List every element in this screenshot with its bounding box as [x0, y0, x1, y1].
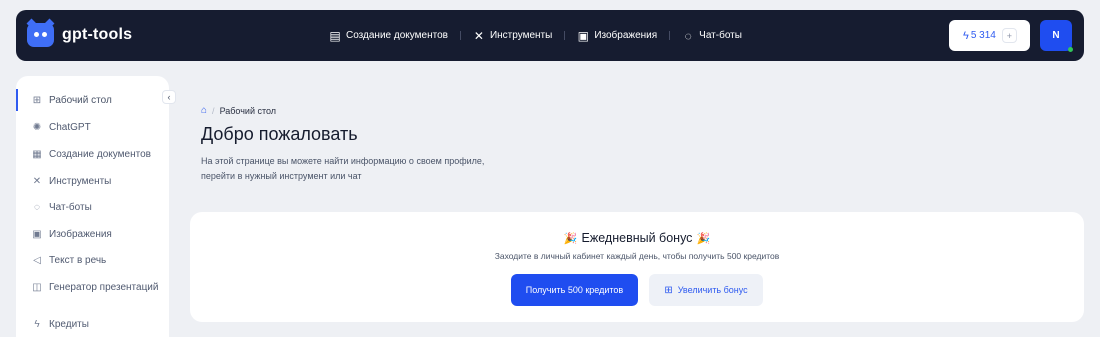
sidebar-item-label: Изображения: [49, 228, 112, 240]
topnav-label: Чат-боты: [699, 30, 742, 41]
image-icon: ▣: [32, 228, 42, 240]
chevron-left-icon: ‹: [167, 92, 171, 102]
party-popper-icon: 🎉: [563, 233, 578, 245]
credits-value: 5 314: [970, 30, 996, 41]
topnav-label: Изображения: [594, 30, 658, 41]
tools-icon: ✕: [32, 175, 42, 187]
breadcrumb: ⌂ / Рабочий стол: [201, 105, 276, 116]
sidebar-item-label: ChatGPT: [49, 121, 91, 133]
add-credits-button[interactable]: +: [1001, 28, 1017, 43]
topnav-tools[interactable]: ✕ Инструменты: [473, 29, 552, 43]
gift-icon: ⊞: [664, 284, 673, 296]
document-icon: ▤: [329, 28, 341, 43]
bonus-subtitle: Заходите в личный кабинет каждый день, ч…: [494, 251, 780, 261]
lightning-icon: ϟ: [963, 29, 969, 42]
sidebar-item-label: Генератор презентаций: [49, 281, 159, 293]
sidebar-item-label: Текст в речь: [49, 254, 107, 266]
dashboard-icon: ⊞: [32, 94, 42, 106]
sidebar-item-tools[interactable]: ✕ Инструменты: [16, 170, 169, 192]
sidebar-item-text-to-speech[interactable]: ◁ Текст в речь: [16, 249, 169, 271]
divider: [459, 31, 461, 40]
brand-name: gpt-tools: [62, 26, 133, 43]
lightning-icon: ϟ: [34, 318, 40, 330]
chat-icon: ◌: [684, 28, 692, 43]
top-nav: ▤ Создание документов ✕ Инструменты ▣ Из…: [329, 10, 742, 61]
sidebar-item-label: Создание документов: [49, 148, 151, 160]
top-bar: gpt-tools ▤ Создание документов ✕ Инстру…: [16, 10, 1084, 61]
avatar-initial: N: [1052, 30, 1060, 41]
sidebar-item-presentations[interactable]: ◫ Генератор презентаций: [16, 276, 169, 298]
logo-cat-icon: [26, 18, 55, 47]
collapse-sidebar-button[interactable]: ‹: [162, 90, 176, 104]
home-icon[interactable]: ⌂: [201, 105, 207, 116]
divider: [669, 31, 671, 40]
increase-bonus-button[interactable]: ⊞ Увеличить бонус: [649, 274, 763, 306]
document-icon: ▦: [32, 148, 42, 160]
online-status-dot: [1068, 47, 1073, 52]
topnav-label: Инструменты: [489, 30, 553, 41]
button-label: Увеличить бонус: [677, 285, 748, 295]
topnav-chatbots[interactable]: ◌ Чат-боты: [682, 29, 742, 43]
logo[interactable]: gpt-tools: [26, 18, 133, 47]
claim-credits-button[interactable]: Получить 500 кредитов: [511, 274, 638, 306]
sidebar-item-dashboard[interactable]: ⊞ Рабочий стол: [16, 89, 169, 111]
button-label: Получить 500 кредитов: [525, 285, 624, 295]
sidebar-item-credits[interactable]: ϟ Кредиты: [16, 313, 169, 335]
sidebar-item-label: Кредиты: [49, 318, 89, 330]
sidebar-item-images[interactable]: ▣ Изображения: [16, 223, 169, 245]
avatar[interactable]: N: [1040, 20, 1073, 52]
breadcrumb-current: Рабочий стол: [219, 105, 277, 116]
sidebar-item-chatgpt[interactable]: ✺ ChatGPT: [16, 116, 169, 138]
chatgpt-icon: ✺: [32, 121, 42, 133]
tools-icon: ✕: [473, 28, 484, 43]
credits-balance[interactable]: ϟ 5 314 +: [949, 20, 1030, 51]
party-popper-icon: 🎉: [696, 233, 711, 245]
topnav-label: Создание документов: [346, 30, 448, 41]
image-icon: ▣: [577, 28, 589, 43]
sidebar-item-label: Инструменты: [49, 175, 112, 187]
divider: [564, 31, 566, 40]
bonus-title: Ежедневный бонус: [581, 231, 693, 245]
topnav-images[interactable]: ▣ Изображения: [577, 28, 658, 43]
sidebar-item-label: Рабочий стол: [49, 94, 112, 106]
topnav-documents[interactable]: ▤ Создание документов: [329, 29, 448, 43]
sidebar-item-chatbots[interactable]: ◌ Чат-боты: [16, 196, 169, 218]
presentation-icon: ◫: [32, 281, 42, 293]
breadcrumb-separator: /: [212, 105, 215, 116]
daily-bonus-card: 🎉 Ежедневный бонус 🎉 Заходите в личный каб…: [190, 212, 1084, 322]
speaker-icon: ◁: [33, 254, 41, 266]
bonus-title-row: 🎉 Ежедневный бонус 🎉: [190, 231, 1084, 245]
sidebar-item-label: Чат-боты: [49, 201, 92, 213]
sidebar: ⊞ Рабочий стол ✺ ChatGPT ▦ Создание доку…: [16, 76, 169, 337]
page-description: На этой странице вы можете найти информа…: [201, 156, 485, 181]
sidebar-item-documents[interactable]: ▦ Создание документов: [16, 143, 169, 165]
page-title: Добро пожаловать: [201, 124, 358, 144]
chat-icon: ◌: [34, 201, 40, 213]
